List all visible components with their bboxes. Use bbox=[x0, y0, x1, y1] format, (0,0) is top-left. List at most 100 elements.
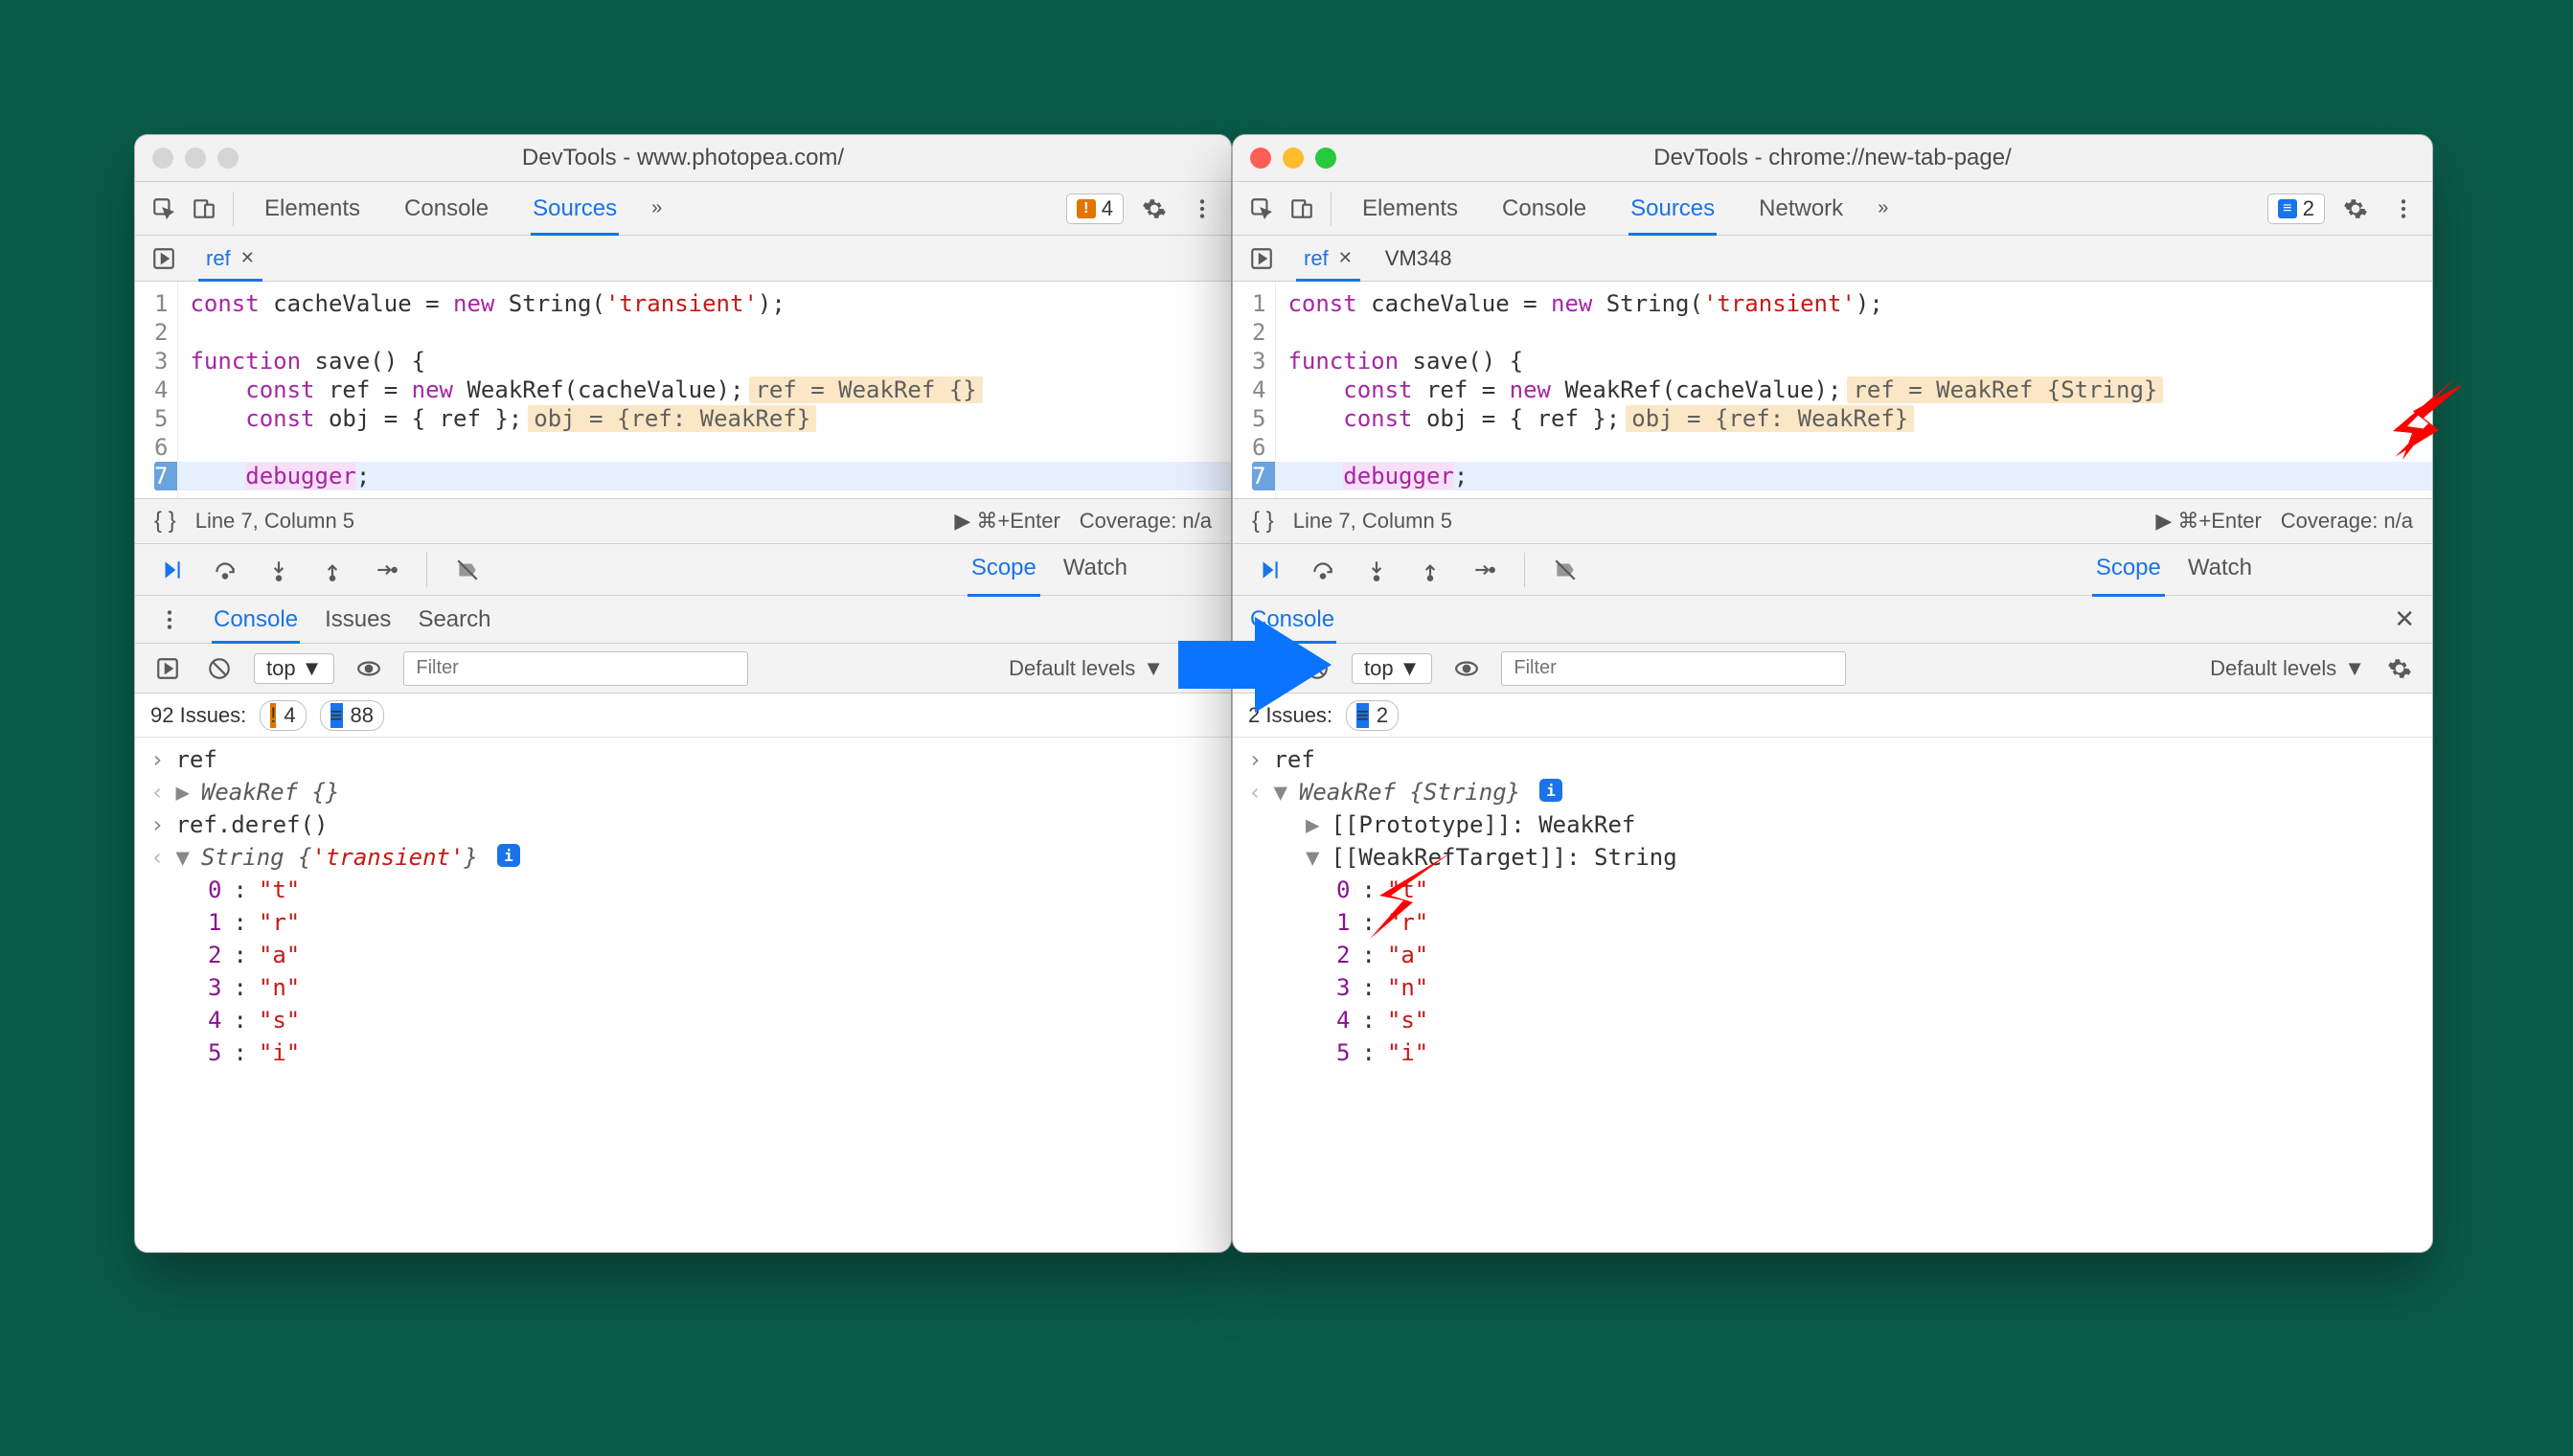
tab-watch[interactable]: Watch bbox=[1063, 555, 1127, 585]
close-dot[interactable] bbox=[152, 148, 173, 169]
issues-count-label[interactable]: 92 Issues: bbox=[150, 703, 246, 728]
prototype-slot[interactable]: [[Prototype]]: WeakRef bbox=[1331, 811, 1635, 838]
run-shortcut[interactable]: ▶ ⌘+Enter bbox=[2155, 509, 2261, 534]
log-levels[interactable]: Default levels▼ bbox=[2210, 656, 2365, 681]
code-content[interactable]: const cacheValue = new String('transient… bbox=[178, 282, 1231, 498]
string-char-entry[interactable]: 4: "s" bbox=[1233, 1004, 2432, 1036]
deactivate-breakpoints-icon[interactable] bbox=[1548, 553, 1583, 587]
issues-warn-pill[interactable]: !4 bbox=[260, 700, 306, 731]
live-expression-icon[interactable] bbox=[1449, 651, 1484, 686]
console-result[interactable]: String {'transient'} bbox=[201, 844, 478, 871]
step-out-icon[interactable] bbox=[315, 553, 350, 587]
collapse-icon[interactable]: ▼ bbox=[1273, 779, 1286, 806]
step-over-icon[interactable] bbox=[1306, 553, 1340, 587]
drawer-close-icon[interactable]: ✕ bbox=[2394, 604, 2415, 634]
file-tab-ref[interactable]: ref ✕ bbox=[1296, 236, 1360, 281]
string-char-entry[interactable]: 4: "s" bbox=[135, 1004, 1231, 1036]
drawer-more-icon[interactable] bbox=[152, 603, 187, 637]
console-output[interactable]: ›ref ‹▶WeakRef {} ›ref.deref() ‹▼String … bbox=[135, 738, 1231, 1075]
string-char-entry[interactable]: 2: "a" bbox=[1233, 939, 2432, 971]
console-settings-icon[interactable] bbox=[2382, 651, 2417, 686]
resume-icon[interactable] bbox=[1252, 553, 1286, 587]
string-char-entry[interactable]: 1: "r" bbox=[135, 906, 1231, 939]
tab-elements[interactable]: Elements bbox=[1343, 182, 1477, 235]
step-into-icon[interactable] bbox=[262, 553, 296, 587]
tab-sources[interactable]: Sources bbox=[1611, 182, 1734, 235]
issues-info-pill[interactable]: ≡88 bbox=[320, 700, 384, 731]
tab-sources[interactable]: Sources bbox=[513, 182, 636, 235]
filter-input[interactable] bbox=[403, 651, 748, 686]
tab-console[interactable]: Console bbox=[385, 182, 508, 235]
code-editor[interactable]: 1 2 3 4 5 6 7 const cacheValue = new Str… bbox=[135, 282, 1231, 498]
step-out-icon[interactable] bbox=[1413, 553, 1447, 587]
collapse-icon[interactable]: ▼ bbox=[1306, 844, 1319, 871]
issues-info-pill[interactable]: ≡2 bbox=[1346, 700, 1399, 731]
file-tab-vm[interactable]: VM348 bbox=[1378, 236, 1460, 281]
settings-icon[interactable] bbox=[2338, 192, 2373, 226]
string-char-entry[interactable]: 5: "i" bbox=[135, 1036, 1231, 1069]
context-selector[interactable]: top▼ bbox=[254, 653, 334, 684]
close-icon[interactable]: ✕ bbox=[1338, 248, 1353, 268]
string-char-entry[interactable]: 2: "a" bbox=[135, 939, 1231, 971]
info-badge-icon[interactable]: i bbox=[1539, 779, 1562, 802]
context-selector[interactable]: top▼ bbox=[1352, 653, 1432, 684]
run-snippet-icon[interactable] bbox=[147, 241, 181, 276]
console-filter[interactable] bbox=[403, 651, 748, 686]
code-editor[interactable]: 1 2 3 4 5 6 7 const cacheValue = new Str… bbox=[1233, 282, 2432, 498]
run-snippet-icon[interactable] bbox=[1244, 241, 1279, 276]
zoom-dot[interactable] bbox=[1315, 148, 1336, 169]
tab-elements[interactable]: Elements bbox=[245, 182, 379, 235]
expand-icon[interactable]: ▶ bbox=[175, 779, 189, 806]
log-levels[interactable]: Default levels▼ bbox=[1009, 656, 1164, 681]
collapse-icon[interactable]: ▼ bbox=[175, 844, 189, 871]
string-char-entry[interactable]: 3: "n" bbox=[135, 971, 1231, 1004]
coverage-status[interactable]: Coverage: n/a bbox=[1080, 509, 1212, 534]
braces-icon[interactable]: { } bbox=[1252, 508, 1274, 535]
string-char-entry[interactable]: 5: "i" bbox=[1233, 1036, 2432, 1069]
device-toggle-icon[interactable] bbox=[1285, 192, 1319, 226]
tabs-overflow-icon[interactable]: » bbox=[642, 197, 672, 219]
close-icon[interactable]: ✕ bbox=[240, 248, 255, 268]
minimize-dot[interactable] bbox=[1283, 148, 1304, 169]
console-sidebar-icon[interactable] bbox=[150, 651, 185, 686]
zoom-dot[interactable] bbox=[217, 148, 239, 169]
more-icon[interactable] bbox=[2386, 192, 2421, 226]
close-dot[interactable] bbox=[1250, 148, 1271, 169]
file-tab-ref[interactable]: ref ✕ bbox=[198, 236, 262, 281]
filter-input[interactable] bbox=[1501, 651, 1846, 686]
string-char-entry[interactable]: 3: "n" bbox=[1233, 971, 2432, 1004]
device-toggle-icon[interactable] bbox=[187, 192, 221, 226]
more-icon[interactable] bbox=[1185, 192, 1219, 226]
minimize-dot[interactable] bbox=[185, 148, 206, 169]
tab-scope[interactable]: Scope bbox=[971, 555, 1036, 585]
tab-watch[interactable]: Watch bbox=[2188, 555, 2252, 585]
drawer-tab-search[interactable]: Search bbox=[418, 596, 490, 643]
tabs-overflow-icon[interactable]: » bbox=[1868, 197, 1898, 219]
info-badge[interactable]: ≡ 2 bbox=[2267, 193, 2325, 224]
info-badge-icon[interactable]: i bbox=[497, 844, 520, 867]
warnings-badge[interactable]: ! 4 bbox=[1066, 193, 1124, 224]
drawer-tab-console[interactable]: Console bbox=[214, 596, 298, 643]
code-content[interactable]: const cacheValue = new String('transient… bbox=[1276, 282, 2432, 498]
tab-console[interactable]: Console bbox=[1483, 182, 1605, 235]
tab-scope[interactable]: Scope bbox=[2096, 555, 2161, 585]
console-result[interactable]: WeakRef {String} bbox=[1299, 779, 1520, 806]
live-expression-icon[interactable] bbox=[352, 651, 386, 686]
step-icon[interactable] bbox=[1467, 553, 1501, 587]
resume-icon[interactable] bbox=[154, 553, 189, 587]
inspect-icon[interactable] bbox=[147, 192, 181, 226]
step-over-icon[interactable] bbox=[208, 553, 242, 587]
step-into-icon[interactable] bbox=[1359, 553, 1394, 587]
console-filter[interactable] bbox=[1501, 651, 1846, 686]
braces-icon[interactable]: { } bbox=[154, 508, 176, 535]
drawer-tab-issues[interactable]: Issues bbox=[325, 596, 391, 643]
console-result[interactable]: WeakRef {} bbox=[201, 779, 340, 806]
run-shortcut[interactable]: ▶ ⌘+Enter bbox=[954, 509, 1059, 534]
deactivate-breakpoints-icon[interactable] bbox=[450, 553, 485, 587]
settings-icon[interactable] bbox=[1137, 192, 1172, 226]
tab-network[interactable]: Network bbox=[1740, 182, 1862, 235]
coverage-status[interactable]: Coverage: n/a bbox=[2281, 509, 2413, 534]
expand-icon[interactable]: ▶ bbox=[1306, 811, 1319, 838]
string-char-entry[interactable]: 0: "t" bbox=[135, 874, 1231, 906]
clear-console-icon[interactable] bbox=[202, 651, 237, 686]
